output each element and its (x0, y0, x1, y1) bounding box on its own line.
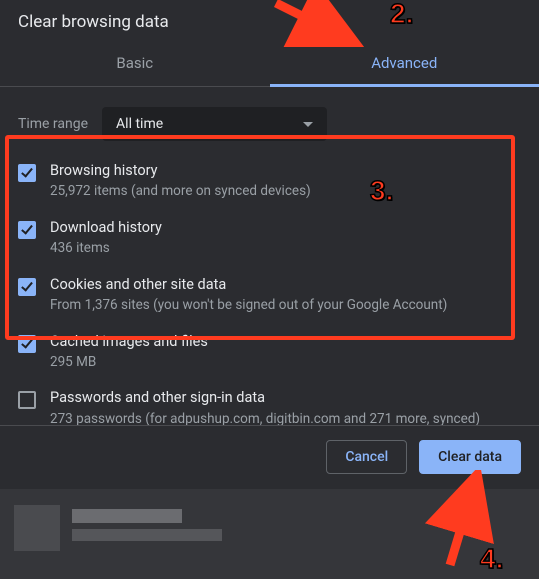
option-title: Passwords and other sign-in data (50, 388, 521, 408)
option-title: Browsing history (50, 161, 521, 181)
clear-data-button[interactable]: Clear data (419, 440, 521, 474)
option-sub: From 1,376 sites (you won't be signed ou… (50, 296, 521, 316)
time-range-select[interactable]: All time (102, 107, 327, 141)
cancel-button[interactable]: Cancel (326, 440, 407, 474)
chevron-down-icon (303, 122, 313, 127)
option-cookies[interactable]: Cookies and other site data From 1,376 s… (10, 267, 529, 324)
tabs: Basic Advanced (0, 42, 539, 87)
dialog-footer: Cancel Clear data (0, 425, 539, 488)
name-blur (72, 509, 182, 523)
option-title: Download history (50, 218, 521, 238)
option-sub: 436 items (50, 239, 521, 259)
account-strip (0, 489, 539, 579)
checkbox-download-history[interactable] (18, 221, 36, 239)
email-blur (72, 529, 222, 541)
time-range-row: Time range All time (0, 87, 539, 153)
checkbox-cached[interactable] (18, 335, 36, 353)
option-download-history[interactable]: Download history 436 items (10, 210, 529, 267)
option-browsing-history[interactable]: Browsing history 25,972 items (and more … (10, 153, 529, 210)
option-title: Cookies and other site data (50, 275, 521, 295)
clear-browsing-data-dialog: Clear browsing data Basic Advanced Time … (0, 0, 539, 579)
tab-basic[interactable]: Basic (0, 42, 270, 86)
option-sub: 25,972 items (and more on synced devices… (50, 182, 521, 202)
avatar-blur (14, 505, 60, 551)
option-sub: 295 MB (50, 353, 521, 373)
dialog-title: Clear browsing data (0, 0, 539, 36)
tab-advanced[interactable]: Advanced (270, 42, 539, 87)
time-range-label: Time range (18, 116, 88, 132)
time-range-value: All time (116, 116, 163, 132)
checkbox-passwords[interactable] (18, 391, 36, 409)
checkbox-browsing-history[interactable] (18, 164, 36, 182)
option-title: Cached images and files (50, 332, 521, 352)
option-cached[interactable]: Cached images and files 295 MB (10, 324, 529, 381)
checkbox-cookies[interactable] (18, 278, 36, 296)
